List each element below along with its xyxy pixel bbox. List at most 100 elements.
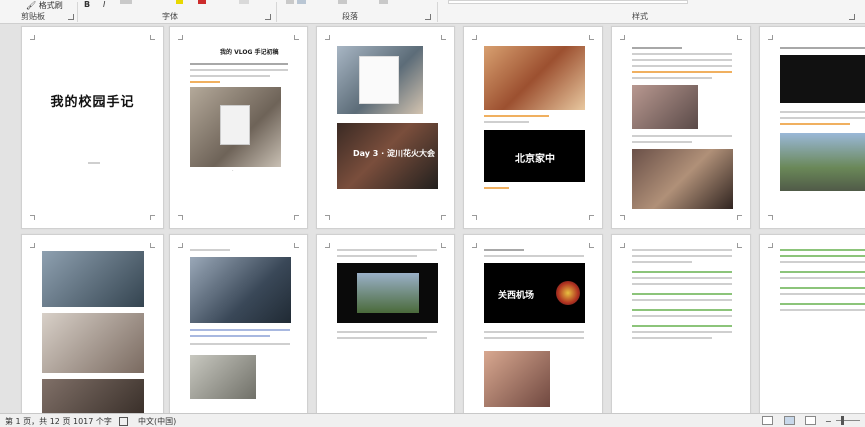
logo-image: [556, 281, 580, 305]
corner-mark: [441, 243, 446, 248]
corner-mark: [620, 35, 625, 40]
align-left-icon[interactable]: [286, 0, 294, 4]
language-indicator[interactable]: 中文(中国): [138, 416, 176, 427]
text-line: [780, 117, 865, 119]
line-spacing-icon[interactable]: [338, 0, 347, 4]
text-line: [190, 329, 290, 331]
page-thumbnail-6[interactable]: [759, 26, 865, 229]
page-thumbnail-1[interactable]: 我的校园手记: [21, 26, 164, 229]
polaroid-image: [359, 56, 399, 104]
styles-gallery[interactable]: [448, 0, 688, 4]
text-line: [632, 293, 732, 295]
clipboard-launcher-icon[interactable]: [68, 14, 74, 20]
text-line: [780, 111, 865, 113]
align-center-icon[interactable]: [297, 0, 306, 4]
text-line: [190, 63, 288, 65]
text-line: [484, 337, 584, 339]
text-line: [632, 77, 712, 79]
text-line: [632, 261, 692, 263]
clipboard-group-label: 剪贴板: [21, 12, 45, 21]
zoom-slider[interactable]: [836, 420, 860, 421]
text-line: [780, 271, 865, 273]
page-thumbnail-5[interactable]: [611, 26, 751, 229]
page-thumbnail-2[interactable]: 我的 VLOG 手记初稿 ·: [169, 26, 308, 229]
video-title-overlay: 关西机场: [498, 291, 535, 301]
text-line: [632, 277, 732, 279]
corner-mark: [30, 243, 35, 248]
brush-icon: 🖌: [26, 1, 37, 10]
document-area[interactable]: 我的校园手记 我的 VLOG 手记初稿 · Day 3 · 淀川花火大会 北京家…: [0, 24, 865, 413]
text-line: [337, 337, 427, 339]
text-line: [780, 123, 850, 125]
photo-image: [632, 85, 698, 129]
page-thumbnail-10[interactable]: 关西机场: [463, 234, 603, 413]
text-line: [190, 75, 270, 77]
bold-icon[interactable]: B: [84, 0, 90, 9]
print-layout-icon[interactable]: [784, 416, 795, 425]
group-divider: [437, 2, 438, 22]
format-painter-button[interactable]: 🖌 格式刷: [26, 0, 63, 10]
page-thumbnail-3[interactable]: Day 3 · 淀川花火大会: [316, 26, 455, 229]
corner-mark: [768, 35, 773, 40]
proofing-icon[interactable]: [119, 417, 128, 426]
font-launcher-icon[interactable]: [265, 14, 271, 20]
underline-icon[interactable]: [120, 0, 132, 4]
corner-mark: [294, 35, 299, 40]
paragraph-launcher-icon[interactable]: [425, 14, 431, 20]
page-thumbnail-8[interactable]: [169, 234, 308, 413]
photo-image: [484, 46, 585, 110]
page-count[interactable]: 第 1 页，共 12 页: [5, 416, 70, 427]
corner-mark: [768, 243, 773, 248]
text-line: [780, 293, 865, 295]
photo-image: [42, 379, 144, 413]
text-line: [632, 53, 732, 55]
page-thumbnail-9[interactable]: [316, 234, 455, 413]
video-title-overlay: Day 3 · 淀川花火大会: [353, 149, 435, 158]
read-mode-icon[interactable]: [762, 416, 773, 425]
text-line: [484, 115, 549, 117]
styles-launcher-icon[interactable]: [849, 14, 855, 20]
corner-mark: [178, 35, 183, 40]
photo-image: [190, 257, 291, 323]
page-thumbnail-7[interactable]: [21, 234, 164, 413]
photo-image: [190, 355, 256, 399]
page-thumbnail-11[interactable]: [611, 234, 751, 413]
format-painter-label: 格式刷: [38, 1, 63, 10]
styles-group-label: 样式: [632, 12, 648, 21]
photo-image: [190, 87, 281, 167]
corner-mark: [620, 215, 625, 220]
char-shading-icon[interactable]: [239, 0, 249, 4]
corner-mark: [30, 215, 35, 220]
zoom-thumb[interactable]: [841, 416, 844, 425]
text-line: [632, 249, 732, 251]
text-line: [190, 69, 288, 71]
corner-mark: [325, 243, 330, 248]
zoom-out-icon[interactable]: −: [825, 417, 832, 426]
text-line: [632, 47, 682, 49]
photo-image: Day 3 · 淀川花火大会: [337, 123, 438, 189]
borders-icon[interactable]: [379, 0, 388, 4]
page-thumbnail-4[interactable]: 北京家中: [463, 26, 603, 229]
text-line: [484, 121, 529, 123]
word-count[interactable]: 1017 个字: [73, 416, 112, 427]
italic-icon[interactable]: I: [103, 0, 105, 9]
corner-mark: [150, 215, 155, 220]
font-color-icon[interactable]: [198, 0, 206, 4]
web-layout-icon[interactable]: [805, 416, 816, 425]
corner-mark: [737, 215, 742, 220]
text-line: [88, 162, 100, 164]
text-line: [190, 335, 270, 337]
photo-image: [337, 46, 423, 114]
text-line: [780, 277, 865, 279]
page-thumbnail-12[interactable]: [759, 234, 865, 413]
group-divider: [276, 2, 277, 22]
text-line: [780, 287, 865, 289]
video-title-overlay: 北京家中: [515, 154, 555, 165]
text-line: [484, 255, 584, 257]
video-still-image: [357, 273, 419, 313]
corner-mark: [294, 215, 299, 220]
text-line: [780, 47, 865, 49]
highlight-color-icon[interactable]: [176, 0, 183, 4]
text-line: [484, 249, 524, 251]
corner-mark: [178, 243, 183, 248]
